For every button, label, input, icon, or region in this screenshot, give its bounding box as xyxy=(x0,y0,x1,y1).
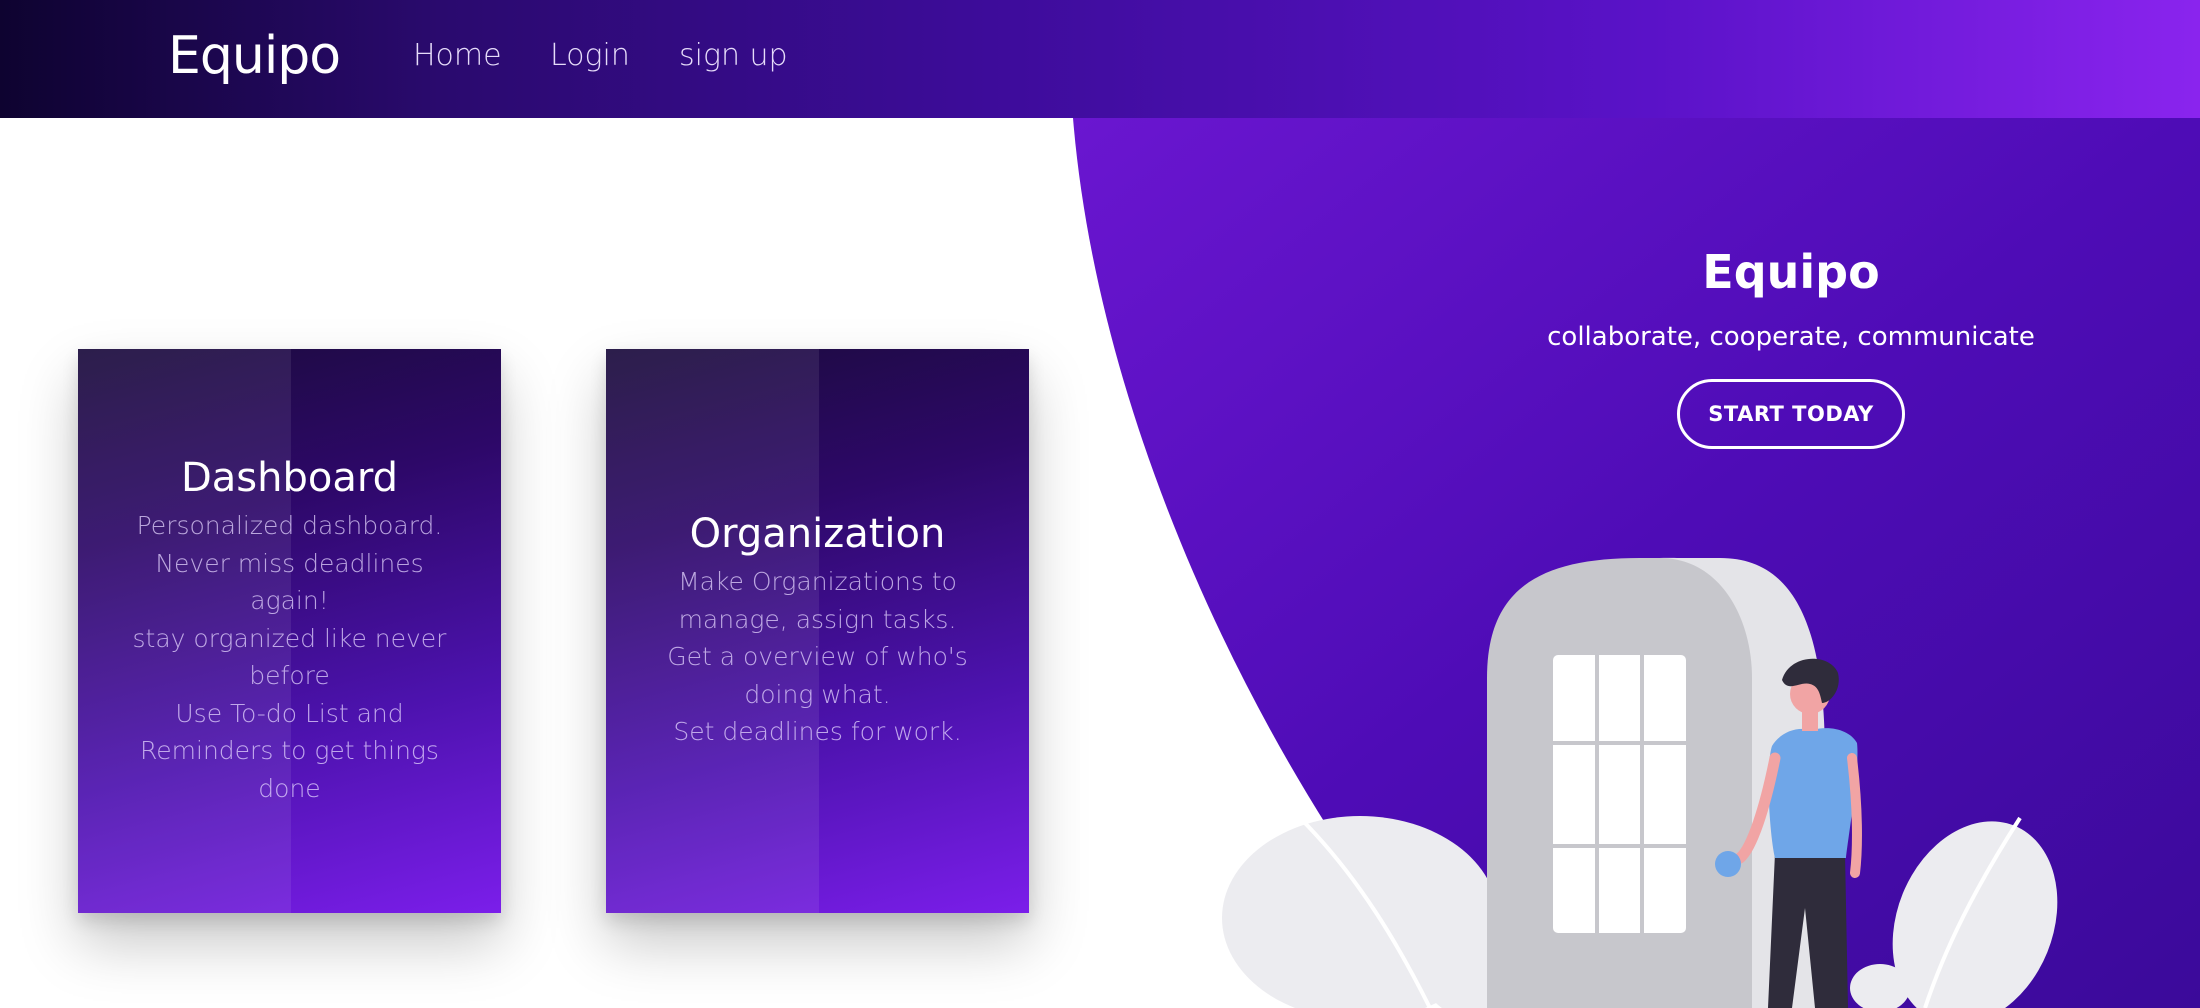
start-today-button[interactable]: START TODAY xyxy=(1677,379,1905,449)
brand-logo[interactable]: Equipo xyxy=(168,26,341,86)
card-line: done xyxy=(258,773,321,803)
hero-subtitle: collaborate, cooperate, communicate xyxy=(1547,322,2035,352)
card-title: Organization xyxy=(689,511,946,557)
card-line: manage, assign tasks. xyxy=(678,604,957,634)
hero-title: Equipo xyxy=(1702,245,1880,299)
card-line: stay organized like never xyxy=(132,623,447,653)
card-line: Set deadlines for work. xyxy=(673,717,962,746)
card-line: doing what. xyxy=(744,679,891,709)
card-line: Reminders to get things xyxy=(140,736,439,765)
card-line: Make Organizations to xyxy=(678,567,957,596)
nav-link-login[interactable]: Login xyxy=(550,38,630,73)
nav-link-signup[interactable]: sign up xyxy=(679,38,788,73)
card-line: Never miss deadlines xyxy=(155,548,424,578)
card-line: Get a overview of who's xyxy=(667,642,968,671)
card-line: before xyxy=(249,661,330,690)
card-line: Personalized dashboard. xyxy=(136,511,443,540)
feature-card-organization[interactable]: Organization Make Organizations to manag… xyxy=(606,349,1029,913)
card-title: Dashboard xyxy=(180,455,398,501)
card-line: Use To-do List and xyxy=(175,698,404,728)
nav-link-home[interactable]: Home xyxy=(413,38,502,73)
card-line: again! xyxy=(250,586,329,615)
feature-card-dashboard[interactable]: Dashboard Personalized dashboard. Never … xyxy=(78,349,501,913)
navbar: Equipo Home Login sign up xyxy=(0,0,2200,118)
